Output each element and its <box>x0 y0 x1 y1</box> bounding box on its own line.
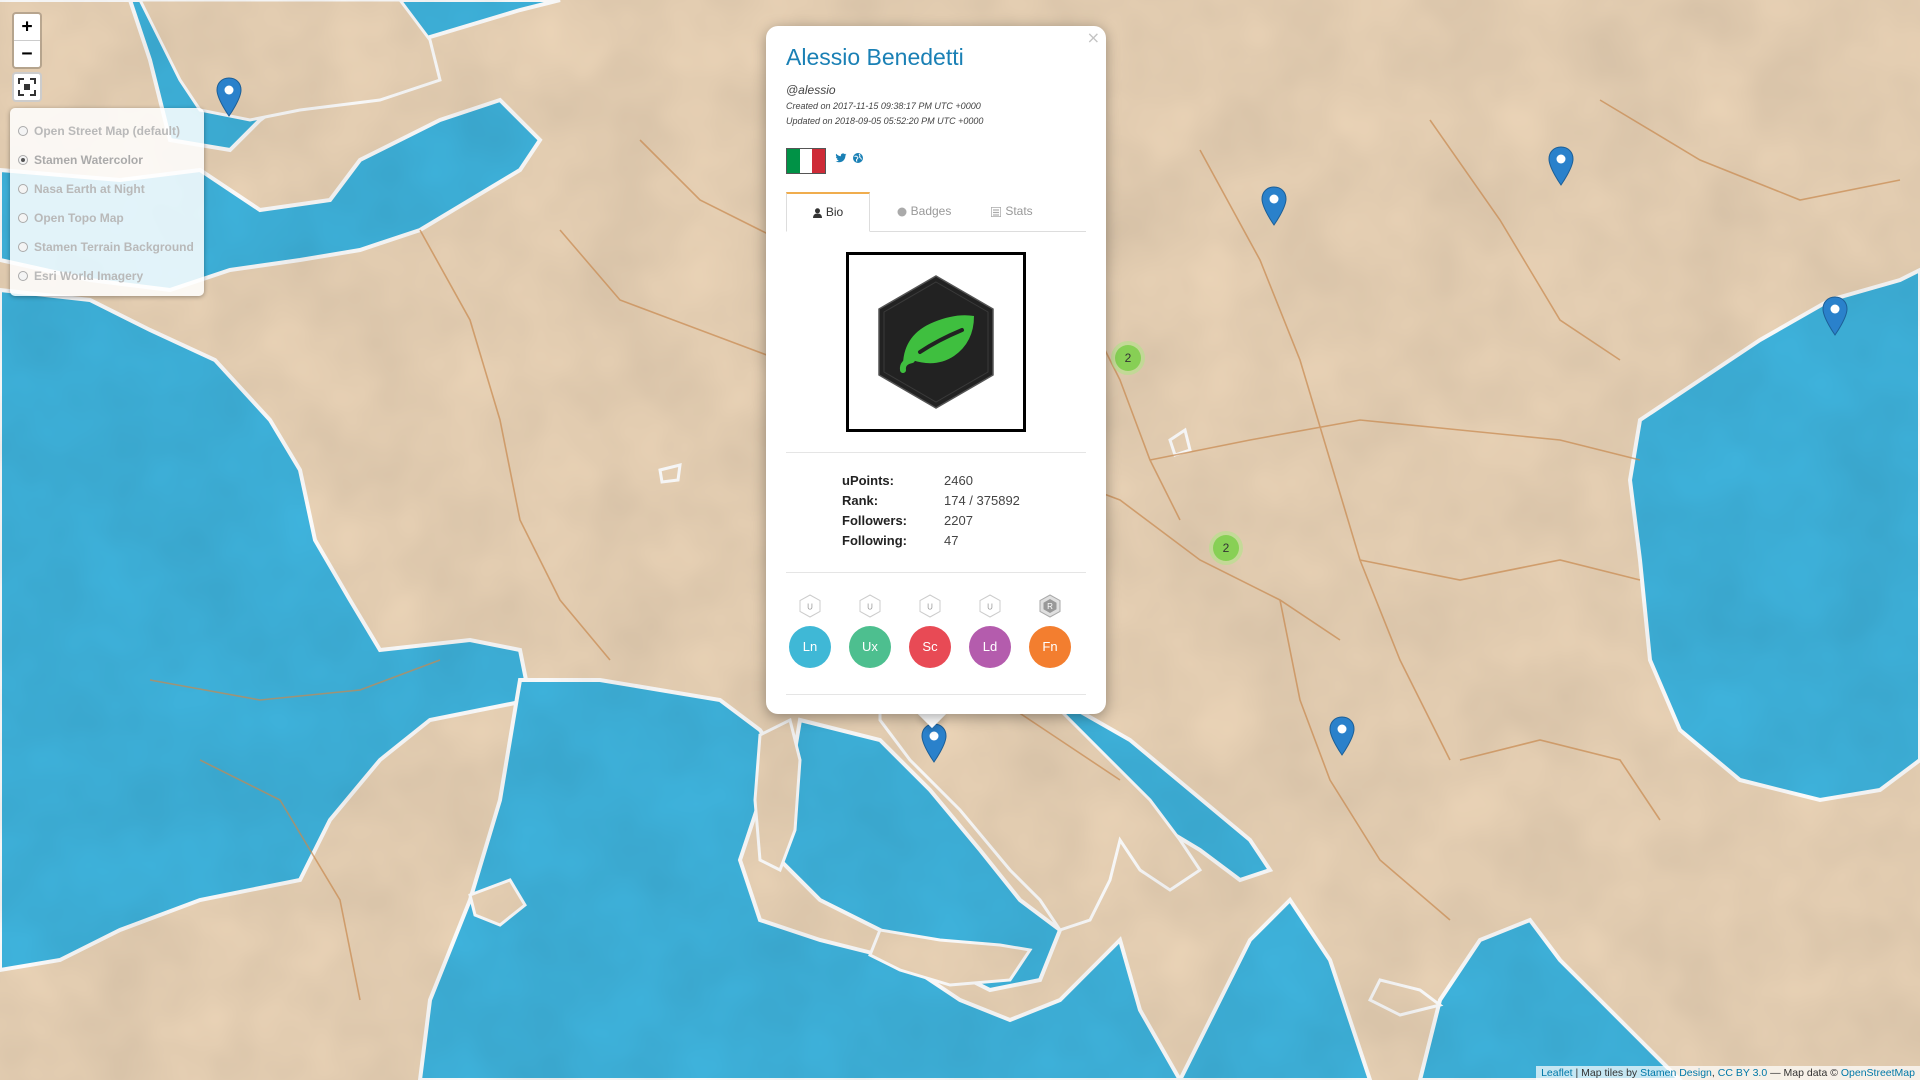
profile-badge-image <box>846 252 1026 432</box>
layer-label: Esri World Imagery <box>34 268 144 283</box>
skill-fn: R Fn <box>1029 594 1071 668</box>
fullscreen-icon <box>18 78 36 96</box>
stat-label: Rank: <box>842 493 879 508</box>
hex-letter: R <box>1047 602 1053 611</box>
layer-label: Nasa Earth at Night <box>34 181 145 196</box>
layer-option-esri-imagery[interactable]: Esri World Imagery <box>18 261 196 290</box>
hex-badge-icon: R <box>1039 594 1061 618</box>
license-link[interactable]: CC BY 3.0 <box>1718 1067 1767 1079</box>
hex-badge-icon: U <box>979 594 1001 618</box>
user-icon <box>812 207 822 218</box>
layer-option-open-topo[interactable]: Open Topo Map <box>18 203 196 232</box>
divider <box>786 452 1086 453</box>
skill-ux: U Ux <box>849 594 891 668</box>
created-date: Created on 2017-11-15 09:38:17 PM UTC +0… <box>786 101 981 111</box>
stat-row: uPoints: 2460 <box>842 473 1020 493</box>
osm-link[interactable]: OpenStreetMap <box>1841 1067 1915 1079</box>
layer-option-nasa-night[interactable]: Nasa Earth at Night <box>18 174 196 203</box>
tab-stats[interactable]: Stats <box>970 192 1054 231</box>
layer-radio[interactable] <box>18 241 28 252</box>
tab-badges[interactable]: Badges <box>882 192 966 231</box>
profile-tabs: Bio Badges Stats <box>786 192 1086 232</box>
hex-letter: U <box>807 603 813 612</box>
stat-label: uPoints: <box>842 473 894 488</box>
updated-date: Updated on 2018-09-05 05:52:20 PM UTC +0… <box>786 116 984 126</box>
stat-row: Followers: 2207 <box>842 513 1020 533</box>
layer-label: Open Street Map (default) <box>34 123 181 138</box>
stat-row: Following: 47 <box>842 533 1020 553</box>
map-marker-selected[interactable] <box>921 723 947 763</box>
layer-label: Stamen Watercolor <box>34 152 143 167</box>
italy-flag-icon <box>786 148 826 174</box>
stat-value: 2460 <box>944 473 973 488</box>
skill-button[interactable]: Fn <box>1029 626 1071 668</box>
layer-radio-selected[interactable] <box>18 154 28 165</box>
layer-radio[interactable] <box>18 212 28 223</box>
stat-value: 174 / 375892 <box>944 493 1020 508</box>
skill-button[interactable]: Ld <box>969 626 1011 668</box>
map-marker[interactable] <box>1329 716 1355 756</box>
stat-label: Following: <box>842 533 907 548</box>
marker-cluster[interactable]: 2 <box>1111 341 1145 375</box>
layer-option-stamen-watercolor[interactable]: Stamen Watercolor <box>18 145 196 174</box>
attribution-text: | Map tiles by <box>1572 1067 1641 1079</box>
divider <box>786 694 1086 695</box>
tab-bio[interactable]: Bio <box>786 192 870 232</box>
stat-value: 2207 <box>944 513 973 528</box>
layer-radio[interactable] <box>18 183 28 194</box>
twitter-icon[interactable] <box>835 152 847 164</box>
hex-letter: U <box>867 603 873 612</box>
list-icon <box>991 206 1002 217</box>
hex-badge-icon: U <box>859 594 881 618</box>
hex-letter: U <box>987 603 993 612</box>
hex-letter: U <box>927 603 933 612</box>
map-marker[interactable] <box>216 77 242 117</box>
map-marker[interactable] <box>1822 296 1848 336</box>
layer-option-stamen-terrain[interactable]: Stamen Terrain Background <box>18 232 196 261</box>
leaf-icon <box>878 275 994 409</box>
user-name: Alessio Benedetti <box>786 44 964 70</box>
attribution-text: — Map data © <box>1767 1067 1841 1079</box>
user-popup: × Alessio Benedetti @alessio Created on … <box>766 26 1106 714</box>
skill-ln: U Ln <box>789 594 831 668</box>
zoom-control: + − <box>12 12 42 69</box>
tab-label: Badges <box>910 204 952 218</box>
map-marker[interactable] <box>1261 186 1287 226</box>
user-handle: @alessio <box>786 83 836 97</box>
layer-option-osm[interactable]: Open Street Map (default) <box>18 116 196 145</box>
map-attribution: Leaflet | Map tiles by Stamen Design, CC… <box>1536 1066 1920 1080</box>
skill-sc: U Sc <box>909 594 951 668</box>
hex-badge-icon: U <box>799 594 821 618</box>
skill-button[interactable]: Sc <box>909 626 951 668</box>
cluster-count: 2 <box>1115 345 1141 371</box>
tab-label: Bio <box>825 205 844 219</box>
marker-cluster[interactable]: 2 <box>1209 531 1243 565</box>
layer-switcher: Open Street Map (default) Stamen Waterco… <box>10 108 204 296</box>
fullscreen-button[interactable] <box>12 72 42 102</box>
skill-button[interactable]: Ln <box>789 626 831 668</box>
map-canvas[interactable]: 2 2 + − Open Street Map (default) Stamen… <box>0 0 1920 1080</box>
close-icon[interactable]: × <box>1087 28 1100 47</box>
skill-ld: U Ld <box>969 594 1011 668</box>
zoom-in-button[interactable]: + <box>14 14 40 40</box>
skill-button[interactable]: Ux <box>849 626 891 668</box>
layer-radio[interactable] <box>18 125 28 136</box>
tab-label: Stats <box>1005 204 1033 218</box>
user-stats: uPoints: 2460 Rank: 174 / 375892 Followe… <box>842 473 1020 553</box>
zoom-out-button[interactable]: − <box>14 40 40 67</box>
layer-radio[interactable] <box>18 270 28 281</box>
hex-badge-icon: U <box>919 594 941 618</box>
stat-value: 47 <box>944 533 959 548</box>
leaflet-link[interactable]: Leaflet <box>1541 1067 1573 1079</box>
divider <box>786 572 1086 573</box>
cluster-count: 2 <box>1213 535 1239 561</box>
stamen-link[interactable]: Stamen Design <box>1640 1067 1712 1079</box>
layer-label: Open Topo Map <box>34 210 124 225</box>
layer-label: Stamen Terrain Background <box>34 239 194 254</box>
stat-row: Rank: 174 / 375892 <box>842 493 1020 513</box>
map-marker[interactable] <box>1548 146 1574 186</box>
globe-icon[interactable] <box>852 152 864 164</box>
circle-icon <box>897 207 907 216</box>
stat-label: Followers: <box>842 513 908 528</box>
